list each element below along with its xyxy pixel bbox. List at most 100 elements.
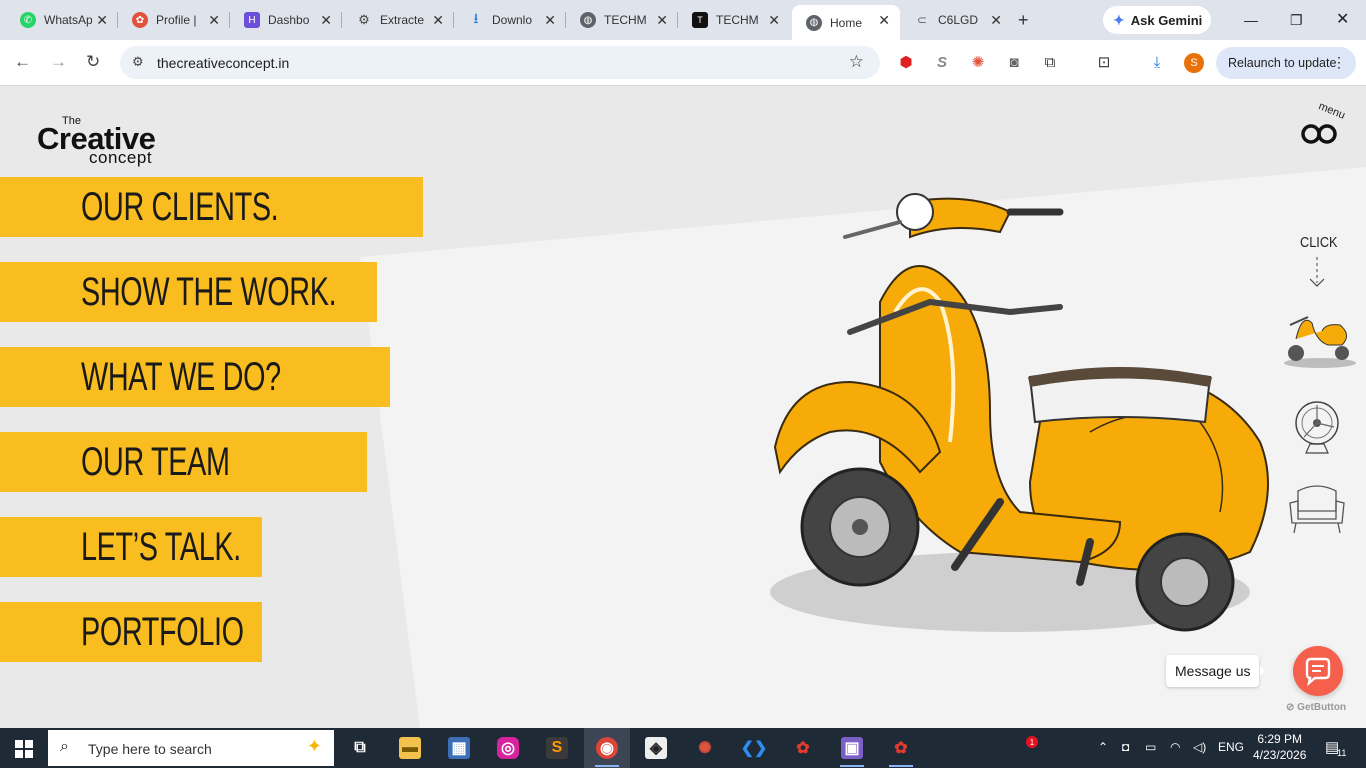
cube-app-icon[interactable]: ◈ <box>645 737 667 759</box>
close-icon[interactable]: ✕ <box>768 12 780 28</box>
camera-tray-icon[interactable]: ◘ <box>1122 740 1129 754</box>
tab-title: TECHM <box>604 13 647 27</box>
close-icon[interactable]: ✕ <box>432 12 444 28</box>
menu-portfolio[interactable]: PORTFOLIO <box>0 602 262 662</box>
menu-toggle-button[interactable]: menu <box>1296 100 1352 149</box>
chat-bubble-icon <box>1305 657 1331 687</box>
message-us-label: Message us <box>1175 663 1251 679</box>
media-app-icon[interactable]: ▣ <box>841 737 863 759</box>
vscode-icon[interactable]: ❮❯ <box>741 737 768 759</box>
armchair-thumbnail[interactable] <box>1282 477 1352 537</box>
minimize-button[interactable]: — <box>1244 10 1258 30</box>
downloads-icon[interactable]: ⤓ <box>1148 53 1166 71</box>
restore-button[interactable]: ❐ <box>1290 10 1303 30</box>
tab-techm-2[interactable]: T TECHM ✕ <box>678 6 790 34</box>
menu-what-we-do[interactable]: WHAT WE DO? <box>0 347 390 407</box>
file-explorer-icon[interactable]: ▬ <box>399 737 421 759</box>
getbutton-credit[interactable]: ⊘ GetButton <box>1286 702 1346 713</box>
scooter-illustration <box>770 193 1269 632</box>
show-hidden-icons-chevron[interactable]: ⌃ <box>1098 740 1108 754</box>
clock[interactable]: 6:29 PM 4/23/2026 <box>1253 731 1306 763</box>
extensions-puzzle-icon[interactable]: ⧉ <box>1041 53 1059 71</box>
ask-gemini-button[interactable]: ✦ Ask Gemini <box>1103 6 1211 34</box>
browser-toolbar: ← → ↻ ⚙ thecreativeconcept.in ☆ ⬢ S ✺ ◙ … <box>0 40 1366 86</box>
menu-show-the-work[interactable]: SHOW THE WORK. <box>0 262 377 322</box>
close-icon[interactable]: ✕ <box>544 12 556 28</box>
gemini-sparkle-icon: ✦ <box>1113 11 1125 28</box>
windows-start-icon[interactable] <box>15 740 33 758</box>
more-menu-icon[interactable]: ⋮ <box>1332 54 1346 71</box>
flower-extension-icon[interactable]: ✺ <box>969 53 987 71</box>
taskbar-search-input[interactable]: ⌕ Type here to search ✦ <box>48 730 334 766</box>
chrome-icon[interactable]: ◉ <box>596 737 618 759</box>
task-view-icon[interactable]: ⧉ <box>349 737 371 759</box>
url-text[interactable]: thecreativeconcept.in <box>157 55 289 71</box>
fan-thumbnail[interactable] <box>1282 397 1352 457</box>
calculator-icon[interactable]: ▦ <box>448 737 470 759</box>
camera-extension-icon[interactable]: ◙ <box>1005 53 1023 71</box>
globe-icon: ◍ <box>580 12 596 28</box>
infinity-menu-icon <box>1301 124 1337 144</box>
bookmark-star-icon[interactable]: ☆ <box>849 52 864 72</box>
back-button[interactable]: ← <box>14 52 31 72</box>
dashed-down-arrow-icon <box>1309 257 1325 287</box>
relaunch-label: Relaunch to update <box>1228 56 1337 70</box>
chat-widget-button[interactable] <box>1293 646 1343 696</box>
running-app-indicator <box>889 765 913 767</box>
message-us-bubble[interactable]: Message us <box>1166 655 1267 687</box>
tab-techm-1[interactable]: ◍ TECHM ✕ <box>566 6 678 34</box>
close-icon[interactable]: ✕ <box>208 12 220 28</box>
notification-badge: 1 <box>1026 736 1038 748</box>
address-bar[interactable]: ⚙ thecreativeconcept.in ☆ <box>120 46 880 79</box>
menu-our-team[interactable]: OUR TEAM <box>0 432 367 492</box>
instagram-icon[interactable]: ◎ <box>497 737 519 759</box>
dashboard-icon: H <box>244 12 260 28</box>
scooter-thumbnail[interactable] <box>1282 305 1356 369</box>
reload-button[interactable]: ↻ <box>86 52 100 72</box>
whatsapp-icon: ✆ <box>20 12 36 28</box>
close-icon[interactable]: ✕ <box>656 12 668 28</box>
sublime-text-icon[interactable]: S <box>546 737 568 759</box>
forward-button[interactable]: → <box>50 52 67 72</box>
tab-c6lgd[interactable]: ⊂ C6LGD ✕ <box>900 6 1012 34</box>
davinci-icon-1[interactable]: ✿ <box>792 737 814 759</box>
tab-search-icon[interactable]: ⊡ <box>1095 53 1113 71</box>
adblock-extension-icon[interactable]: ⬢ <box>897 53 915 71</box>
s-extension-icon[interactable]: S <box>933 53 951 71</box>
wifi-icon[interactable]: ◠ <box>1170 740 1180 754</box>
page-content: The Creative concept OUR CLIENTS. SHOW T… <box>0 87 1366 728</box>
getbutton-logo-icon: ⊘ <box>1286 702 1295 713</box>
close-icon[interactable]: ✕ <box>320 12 332 28</box>
click-hint-label: CLICK <box>1300 234 1338 251</box>
active-app-indicator <box>595 765 619 767</box>
tab-profile[interactable]: ✿ Profile | ✕ <box>118 6 230 34</box>
tab-title: TECHM <box>716 13 759 27</box>
input-language[interactable]: ENG <box>1218 740 1244 754</box>
profile-avatar[interactable]: S <box>1184 53 1204 73</box>
tab-home[interactable]: ◍ Home ✕ <box>792 5 900 40</box>
tab-title: Downlo <box>492 13 533 27</box>
menu-our-clients[interactable]: OUR CLIENTS. <box>0 177 423 237</box>
claude-app-icon[interactable]: ✺ <box>694 737 716 759</box>
clock-date: 4/23/2026 <box>1253 748 1307 762</box>
new-tab-button[interactable]: + <box>1018 10 1029 30</box>
creative-concept-logo[interactable]: The Creative concept <box>37 115 187 167</box>
openai-icon: ⚙ <box>358 12 370 27</box>
search-placeholder: Type here to search <box>88 741 212 757</box>
volume-icon[interactable]: ◁) <box>1193 740 1206 754</box>
site-settings-icon[interactable]: ⚙ <box>132 54 144 70</box>
tab-whatsapp[interactable]: ✆ WhatsApp ✕ <box>6 6 118 34</box>
close-icon[interactable]: ✕ <box>96 12 108 28</box>
download-icon: ⭳ <box>473 10 479 26</box>
close-window-button[interactable]: ✕ <box>1336 10 1349 30</box>
relaunch-to-update-button[interactable]: Relaunch to update ⋮ <box>1216 47 1356 79</box>
menu-lets-talk[interactable]: LET’S TALK. <box>0 517 262 577</box>
close-icon[interactable]: ✕ <box>878 12 890 28</box>
menu-label: WHAT WE DO? <box>81 355 281 399</box>
close-icon[interactable]: ✕ <box>990 12 1002 28</box>
tab-dashboard[interactable]: H Dashbo ✕ <box>230 6 342 34</box>
tab-extracted[interactable]: ⚙ Extracte ✕ <box>342 6 454 34</box>
battery-icon[interactable]: ▭ <box>1145 740 1156 754</box>
davinci-icon-2[interactable]: ✿ <box>890 737 912 759</box>
tab-downloads[interactable]: ⭳ Downlo ✕ <box>454 6 566 34</box>
